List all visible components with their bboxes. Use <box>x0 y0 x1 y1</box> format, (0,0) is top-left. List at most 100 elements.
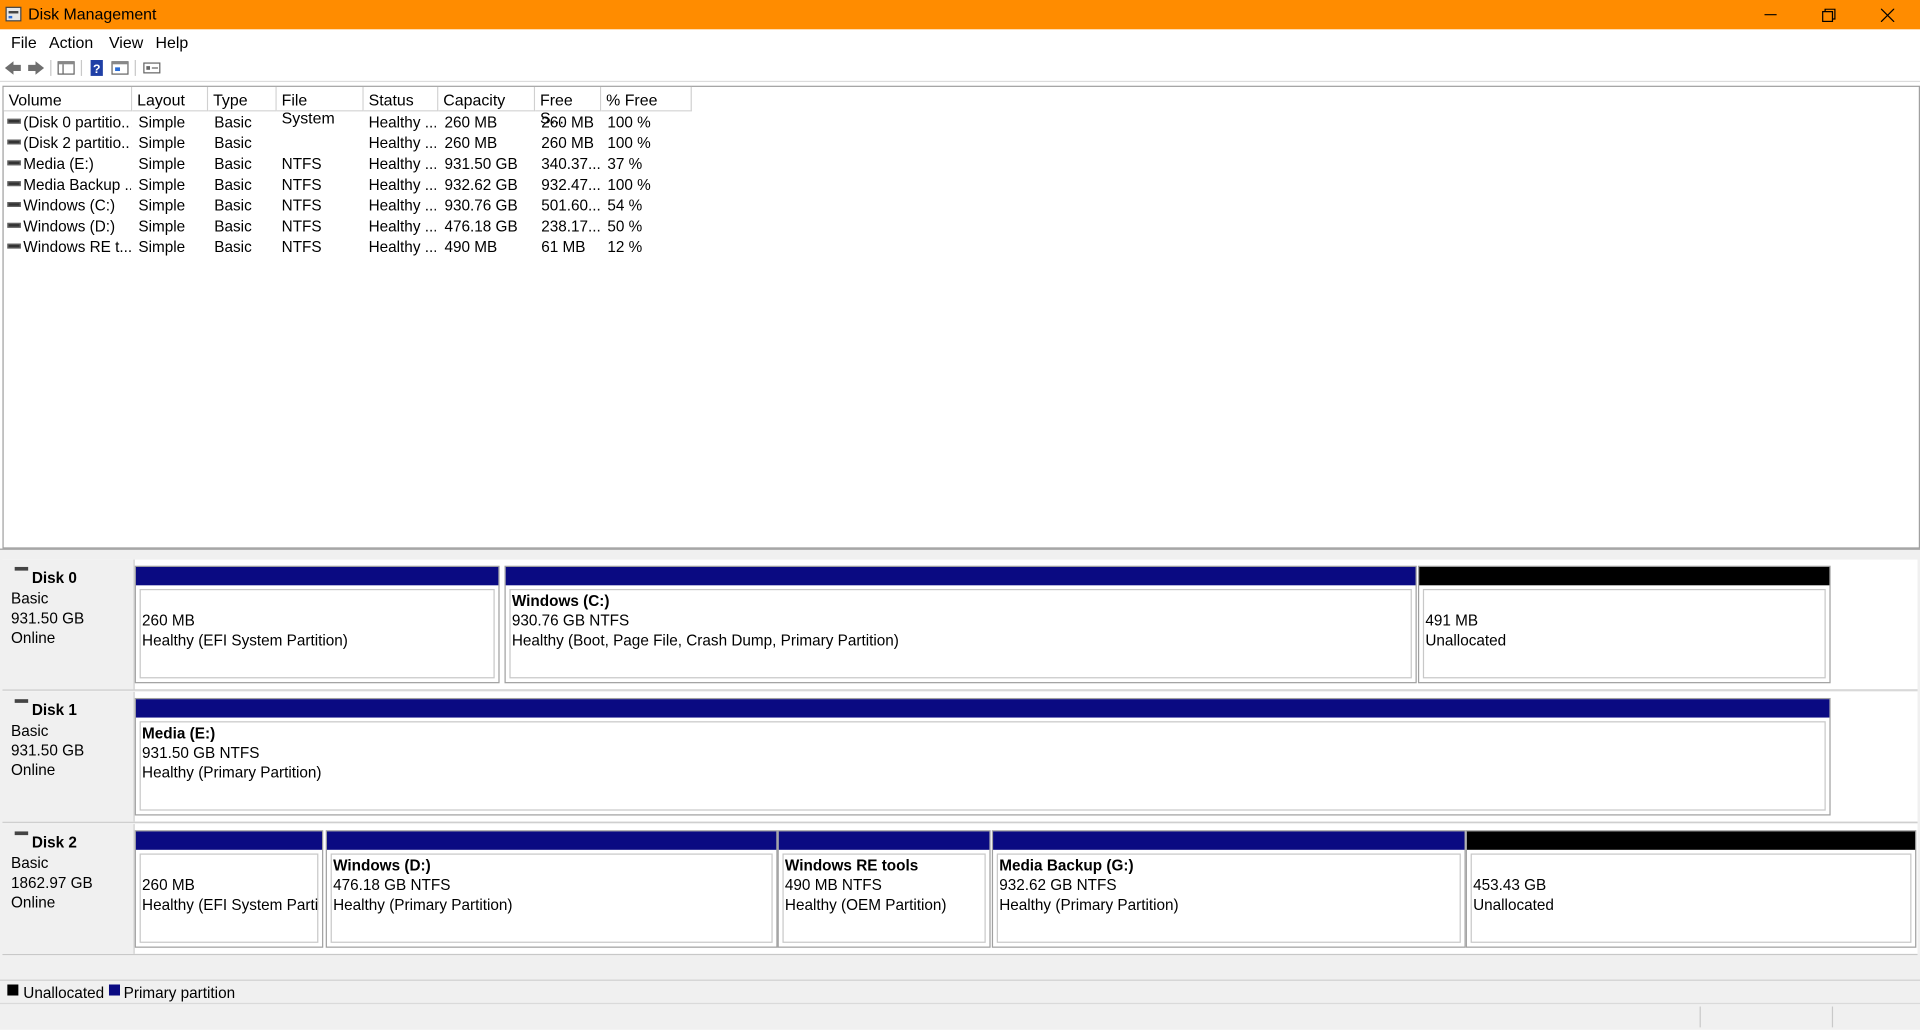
console-tree-icon[interactable] <box>56 59 76 77</box>
partition-block[interactable]: 491 MB Unallocated <box>1417 565 1831 684</box>
menu-file[interactable]: File <box>11 33 37 51</box>
column-header-capacity[interactable]: Capacity <box>438 86 536 112</box>
partition-block[interactable]: Windows RE tools 490 MB NTFS Healthy (OEM … <box>777 830 991 948</box>
properties-icon[interactable] <box>110 59 130 77</box>
disk-view-pane: Disk 0 Basic 931.50 GB Online 260 MB Healthy … <box>0 548 1920 981</box>
partition-status: Healthy (EFI System Partiti <box>142 896 319 914</box>
back-icon[interactable] <box>4 59 24 77</box>
minimize-button[interactable] <box>1742 0 1798 29</box>
column-header-volume[interactable]: Volume <box>3 86 133 112</box>
table-row[interactable]: Windows (D:) Simple Basic NTFS Healthy ... 47… <box>4 217 690 238</box>
partition-size: 491 MB <box>1425 612 1479 630</box>
cell-free-space: 260 MB <box>541 134 594 152</box>
cell-type: Basic <box>214 176 252 194</box>
table-row[interactable]: Windows (C:) Simple Basic NTFS Healthy ... 93… <box>4 196 690 217</box>
cell-type: Basic <box>214 134 252 152</box>
column-header-free-space[interactable]: Free S... <box>535 86 602 127</box>
partition-block[interactable]: Media Backup (G:) 932.62 GB NTFS Healthy (… <box>991 830 1466 948</box>
partition-block[interactable]: Media (E:) 931.50 GB NTFS Healthy (Primary… <box>134 697 1831 816</box>
cell-free-space: 501.60... <box>541 197 601 215</box>
partition-status: Unallocated <box>1425 631 1507 649</box>
volume-icon <box>7 118 21 124</box>
close-button[interactable] <box>1859 0 1915 29</box>
cell-volume: Media (E:) <box>23 155 94 173</box>
forward-icon[interactable] <box>26 59 46 77</box>
partition-block[interactable]: 453.43 GB Unallocated <box>1465 830 1917 948</box>
cell-free-space: 340.37... <box>541 155 601 173</box>
cell-percent-free: 54 % <box>607 197 643 215</box>
partition-type-bar <box>778 831 990 850</box>
partition-block[interactable]: Windows (C:) 930.76 GB NTFS Healthy (Boot,… <box>504 565 1417 684</box>
cell-layout: Simple <box>138 134 186 152</box>
disk-type: Basic <box>11 722 49 740</box>
disk-icon <box>14 831 29 836</box>
disk-management-icon <box>5 6 22 22</box>
partition-block[interactable]: 260 MB Healthy (EFI System Partition) <box>134 565 500 684</box>
column-header-status[interactable]: Status <box>363 86 439 112</box>
help-icon[interactable]: ? <box>87 59 107 77</box>
toolbar-separator <box>134 60 136 76</box>
disk-label[interactable]: Disk 0 Basic 931.50 GB Online <box>2 559 135 690</box>
legend-icon[interactable] <box>142 59 162 77</box>
menu-help[interactable]: Help <box>156 33 189 51</box>
table-row[interactable]: (Disk 0 partitio... Simple Basic Healthy ..… <box>4 113 690 134</box>
table-row[interactable]: (Disk 2 partitio... Simple Basic Healthy ..… <box>4 133 690 154</box>
partition-type-bar <box>1419 566 1830 586</box>
disk-type: Basic <box>11 854 49 872</box>
partition-title: Media (E:) <box>142 724 216 743</box>
cell-type: Basic <box>214 238 252 256</box>
partition-block[interactable]: Windows (D:) 476.18 GB NTFS Healthy (Prima… <box>325 830 778 948</box>
cell-layout: Simple <box>138 238 186 256</box>
column-header-file-system[interactable]: File System <box>276 86 364 127</box>
restore-button[interactable] <box>1800 0 1856 29</box>
partition-type-bar <box>135 699 1830 718</box>
cell-capacity: 476.18 GB <box>444 217 518 236</box>
legend-primary-label: Primary partition <box>123 984 236 1002</box>
volume-icon <box>7 181 21 187</box>
column-header-type[interactable]: Type <box>208 86 277 112</box>
status-bar <box>0 1002 1920 1030</box>
disk-state: Online <box>11 893 56 912</box>
legend-unallocated-label: Unallocated <box>23 984 105 1002</box>
cell-status: Healthy ... <box>368 197 436 215</box>
cell-file-system: NTFS <box>281 238 322 256</box>
table-row[interactable]: Media Backup ... Simple Basic NTFS Healthy .… <box>4 175 690 196</box>
cell-status: Healthy ... <box>368 134 436 152</box>
cell-status: Healthy ... <box>368 176 436 194</box>
volume-icon <box>7 139 21 145</box>
column-header-percent-free[interactable]: % Free <box>601 86 692 112</box>
menu-action[interactable]: Action <box>49 33 93 51</box>
partition-size: 930.76 GB NTFS <box>511 612 630 630</box>
cell-volume: (Disk 2 partitio... <box>23 134 132 152</box>
partition-status: Unallocated <box>1473 896 1554 914</box>
disk-label[interactable]: Disk 1 Basic 931.50 GB Online <box>2 691 135 822</box>
column-header-layout[interactable]: Layout <box>132 86 209 112</box>
cell-capacity: 490 MB <box>444 238 498 256</box>
status-separator <box>1699 1006 1701 1028</box>
menu-view[interactable]: View <box>109 33 143 51</box>
cell-layout: Simple <box>138 176 186 194</box>
window-title: Disk Management <box>28 4 157 24</box>
cell-type: Basic <box>214 113 252 132</box>
partition-status: Healthy (Boot, Page File, Crash Dump, Pr… <box>511 631 899 649</box>
cell-file-system: NTFS <box>281 217 322 236</box>
cell-capacity: 260 MB <box>444 113 498 132</box>
partition-size: 260 MB <box>142 612 195 630</box>
volume-list: Volume Layout Type File System Status Ca… <box>2 85 1920 549</box>
cell-capacity: 931.50 GB <box>444 155 518 173</box>
disk-size: 931.50 GB <box>11 609 85 627</box>
table-row[interactable]: Media (E:) Simple Basic NTFS Healthy ... 931.… <box>4 154 690 175</box>
primary-partition-swatch <box>108 984 121 996</box>
table-row[interactable]: Windows RE t... Simple Basic NTFS Healthy ..… <box>4 238 690 259</box>
partition-type-bar <box>135 831 323 850</box>
cell-percent-free: 50 % <box>607 217 643 236</box>
disk-label[interactable]: Disk 2 Basic 1862.97 GB Online <box>2 824 135 954</box>
partition-block[interactable]: 260 MB Healthy (EFI System Partiti <box>134 830 324 948</box>
cell-volume: Media Backup ... <box>23 176 132 194</box>
partition-status: Healthy (Primary Partition) <box>333 896 513 914</box>
toolbar: ? <box>0 55 1920 83</box>
cell-status: Healthy ... <box>368 155 436 173</box>
disk-name: Disk 0 <box>31 569 77 587</box>
partition-type-bar <box>326 831 777 850</box>
cell-percent-free: 100 % <box>607 134 651 152</box>
